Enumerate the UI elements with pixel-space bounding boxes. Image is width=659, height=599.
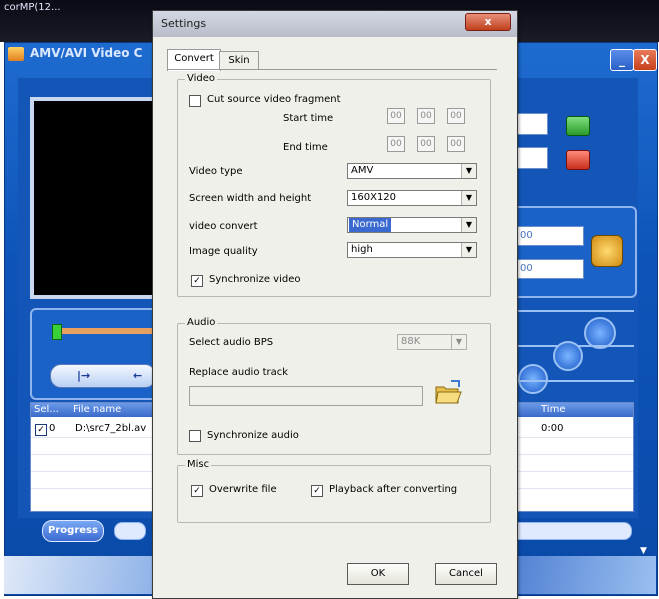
- end-time-label: End time: [283, 142, 328, 153]
- back-arrow-icon: ←: [133, 369, 143, 382]
- slider-handle[interactable]: [52, 324, 62, 340]
- col-sel-header[interactable]: Sel...: [34, 403, 59, 417]
- progress-button[interactable]: Progress: [42, 520, 104, 542]
- audio-track-field[interactable]: [189, 386, 423, 406]
- start-time-label: Start time: [283, 113, 334, 124]
- video-type-label: Video type: [189, 166, 243, 177]
- setting-field-1[interactable]: 00: [516, 226, 584, 246]
- start-hour-field[interactable]: 00: [387, 108, 405, 124]
- overwrite-checkbox[interactable]: ✓: [191, 485, 203, 497]
- row-checkbox[interactable]: ✓: [35, 424, 47, 436]
- screen-size-label: Screen width and height: [189, 193, 312, 204]
- row-sel: 0: [49, 423, 56, 434]
- dialog-titlebar[interactable]: Settings x: [153, 11, 517, 37]
- chevron-down-icon: ▼: [461, 243, 476, 257]
- sync-audio-checkbox[interactable]: [189, 430, 201, 442]
- image-quality-label: Image quality: [189, 246, 258, 257]
- pause-button[interactable]: [518, 364, 548, 394]
- tab-divider: [167, 69, 497, 70]
- folder-open-icon[interactable]: [433, 378, 463, 408]
- cut-fragment-label: Cut source video fragment: [207, 94, 341, 105]
- chevron-down-icon: ▼: [461, 218, 476, 232]
- misc-group-label: Misc: [185, 459, 212, 470]
- audio-group-label: Audio: [185, 317, 218, 328]
- col-file-header[interactable]: File name: [73, 403, 121, 417]
- tab-convert[interactable]: Convert: [167, 49, 221, 71]
- close-button[interactable]: X: [633, 49, 657, 71]
- playback-checkbox[interactable]: ✓: [311, 485, 323, 497]
- sync-video-checkbox[interactable]: ✓: [191, 275, 203, 287]
- video-preview: [30, 97, 162, 299]
- dialog-title: Settings: [161, 17, 207, 30]
- add-file-icon[interactable]: [566, 116, 590, 136]
- divider-line: [512, 380, 634, 382]
- end-hour-field[interactable]: 00: [387, 136, 405, 152]
- chevron-down-icon: ▼: [461, 191, 476, 205]
- sync-audio-label: Synchronize audio: [207, 430, 299, 441]
- forward-arrow-icon: |→: [77, 369, 91, 382]
- audio-bps-select[interactable]: 88K ▼: [397, 334, 467, 350]
- app-title: AMV/AVI Video C: [8, 46, 142, 61]
- replace-track-label: Replace audio track: [189, 367, 289, 378]
- stop-button[interactable]: [553, 341, 583, 371]
- screen-size-value: 160X120: [351, 192, 397, 203]
- progress-bar-end: [510, 522, 632, 540]
- playback-label: Playback after converting: [329, 484, 458, 495]
- scroll-down-icon[interactable]: ▼: [640, 546, 647, 556]
- overwrite-label: Overwrite file: [209, 484, 277, 495]
- app-logo-icon: [8, 46, 24, 61]
- screen-size-select[interactable]: 160X120 ▼: [347, 190, 477, 206]
- end-second-field[interactable]: 00: [447, 136, 465, 152]
- settings-dialog: Settings x Convert Skin Video Cut source…: [152, 10, 518, 599]
- image-quality-select[interactable]: high ▼: [347, 242, 477, 258]
- end-minute-field[interactable]: 00: [417, 136, 435, 152]
- col-time-header[interactable]: Time: [541, 403, 565, 417]
- remove-file-icon[interactable]: [566, 150, 590, 170]
- audio-bps-label: Select audio BPS: [189, 337, 274, 348]
- video-type-select[interactable]: AMV ▼: [347, 163, 477, 179]
- setting-field-2[interactable]: 00: [516, 259, 584, 279]
- nav-button[interactable]: |→ ←: [50, 364, 156, 388]
- video-convert-label: video convert: [189, 221, 258, 232]
- start-second-field[interactable]: 00: [447, 108, 465, 124]
- video-convert-value: Normal: [349, 218, 392, 232]
- minimize-button[interactable]: _: [610, 49, 634, 71]
- progress-bar: [114, 522, 146, 540]
- audio-bps-value: 88K: [401, 336, 421, 347]
- sync-video-label: Synchronize video: [209, 274, 301, 285]
- cancel-button[interactable]: Cancel: [435, 563, 497, 585]
- video-type-value: AMV: [351, 165, 374, 176]
- row-file: D:\src7_2bl.av: [75, 423, 147, 434]
- start-minute-field[interactable]: 00: [417, 108, 435, 124]
- tab-skin[interactable]: Skin: [219, 51, 259, 70]
- video-group-label: Video: [185, 73, 218, 84]
- settings-gear-icon[interactable]: [591, 235, 623, 267]
- dialog-close-button[interactable]: x: [465, 13, 511, 31]
- cut-fragment-checkbox[interactable]: [189, 95, 201, 107]
- chevron-down-icon: ▼: [461, 164, 476, 178]
- divider-line: [512, 310, 634, 312]
- chevron-down-icon: ▼: [451, 335, 466, 349]
- app-title-text: AMV/AVI Video C: [30, 46, 143, 60]
- image-quality-value: high: [351, 244, 373, 255]
- ok-button[interactable]: OK: [347, 563, 409, 585]
- window-caption: corMP(12...: [4, 2, 61, 13]
- row-time: 0:00: [541, 423, 564, 434]
- video-group: [177, 79, 491, 297]
- video-convert-select[interactable]: Normal ▼: [347, 217, 477, 233]
- position-slider[interactable]: [52, 328, 154, 334]
